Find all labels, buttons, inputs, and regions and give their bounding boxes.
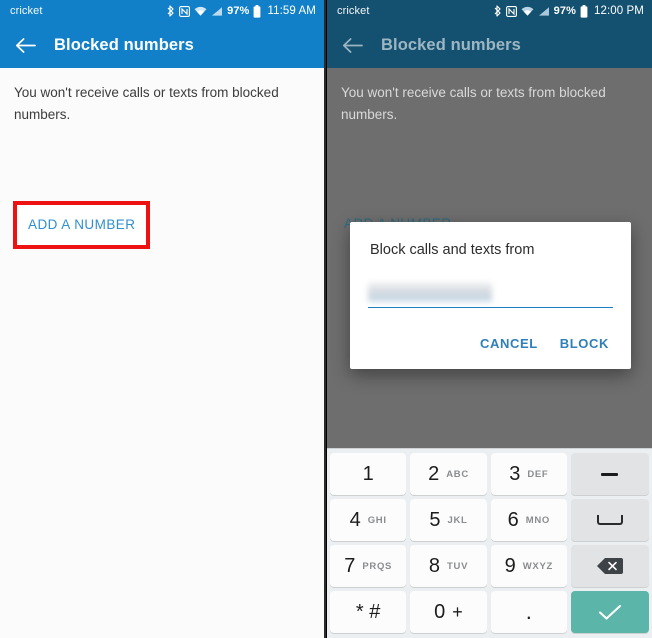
key-digit: 8 (428, 554, 440, 577)
key-letters: PRQS (362, 560, 393, 572)
dialog-actions: CANCEL BLOCK (368, 308, 613, 361)
add-number-highlight: ADD A NUMBER (13, 201, 151, 249)
app-bar-left: Blocked numbers (0, 22, 324, 68)
input-underline (368, 306, 613, 308)
battery-icon (580, 4, 588, 18)
keypad-row: 1 2 ABC 3 DEF (330, 453, 649, 495)
key-digit: 2 (428, 462, 440, 485)
wifi-icon (521, 6, 534, 17)
phone-screen-right: cricket 97% 12:00 PM Blocked numbers You… (326, 0, 652, 638)
key-3[interactable]: 3 DEF (490, 453, 567, 495)
enter-check-key-icon[interactable] (570, 591, 649, 633)
redacted-value-overlay (368, 282, 492, 302)
key-digit: * # (355, 600, 381, 623)
status-icons-group: 97% 11:59 AM (167, 4, 316, 18)
status-bar-left: cricket 97% 11:59 AM (0, 0, 324, 22)
backspace-key-icon[interactable] (570, 545, 649, 587)
nfc-icon (179, 5, 191, 17)
add-number-button[interactable]: ADD A NUMBER (13, 201, 151, 249)
key-digit: . (525, 599, 532, 625)
key-4[interactable]: 4 GHI (330, 499, 407, 541)
screen-content-left: You won't receive calls or texts from bl… (0, 68, 324, 638)
blocked-numbers-description: You won't receive calls or texts from bl… (14, 85, 279, 122)
carrier-label: cricket (337, 5, 370, 17)
key-digit: 5 (429, 508, 441, 531)
key-7[interactable]: 7 PRQS (330, 545, 407, 587)
key-digit: 4 (349, 508, 361, 531)
clock-label: 12:00 PM (593, 5, 644, 17)
key-1[interactable]: 1 (330, 453, 407, 495)
cellular-signal-icon (538, 6, 550, 17)
numeric-keypad: 1 2 ABC 3 DEF 4 GHI 5 JKL 6 MNO 7 PRQS 8… (327, 448, 652, 638)
key-6[interactable]: 6 MNO (490, 499, 567, 541)
key-letters: ABC (446, 468, 469, 480)
key-letters: GHI (367, 514, 387, 526)
screen-content-right: You won't receive calls or texts from bl… (327, 68, 652, 638)
arrow-back-icon[interactable] (341, 34, 363, 56)
key-5[interactable]: 5 JKL (410, 499, 487, 541)
arrow-back-icon[interactable] (14, 34, 36, 56)
battery-percent-label: 97% (553, 5, 576, 17)
clock-label: 11:59 AM (267, 5, 316, 17)
dual-screenshot-comparison: cricket 97% 11:59 AM Blocked numbers You… (0, 0, 652, 638)
dialog-title: Block calls and texts from (370, 242, 535, 258)
bluetooth-icon (494, 5, 502, 17)
status-bar-right: cricket 97% 12:00 PM (327, 0, 652, 22)
cancel-button[interactable]: CANCEL (480, 336, 538, 351)
keypad-row: 7 PRQS 8 TUV 9 WXYZ (330, 545, 649, 587)
key-plus: + (452, 601, 463, 622)
key-letters: MNO (525, 514, 551, 526)
app-bar-right: Blocked numbers (327, 22, 652, 68)
key-digit: 9 (504, 554, 516, 577)
status-icons-group: 97% 12:00 PM (494, 4, 644, 18)
key-star-hash[interactable]: * # (330, 591, 407, 633)
block-button[interactable]: BLOCK (560, 336, 609, 351)
space-key-icon[interactable] (570, 499, 649, 541)
keypad-row: * # 0 + . (330, 591, 649, 633)
nfc-icon (505, 5, 517, 17)
dash-key-icon[interactable] (570, 453, 649, 495)
key-letters: DEF (527, 468, 549, 480)
cellular-signal-icon (211, 6, 223, 17)
battery-percent-label: 97% (227, 5, 250, 17)
battery-icon (253, 4, 261, 18)
key-letters: WXYZ (522, 560, 553, 572)
key-digit: 3 (509, 462, 521, 485)
phone-screen-left: cricket 97% 11:59 AM Blocked numbers You… (0, 0, 326, 638)
key-0[interactable]: 0 + (410, 591, 487, 633)
key-letters: JKL (447, 514, 468, 526)
keypad-row: 4 GHI 5 JKL 6 MNO (330, 499, 649, 541)
page-title: Blocked numbers (54, 35, 194, 54)
key-digit: 6 (507, 508, 519, 531)
key-digit: 1 (362, 462, 374, 485)
key-9[interactable]: 9 WXYZ (490, 545, 567, 587)
key-letters: TUV (447, 560, 469, 572)
key-period[interactable]: . (490, 591, 567, 633)
page-title: Blocked numbers (381, 35, 521, 54)
bluetooth-icon (167, 5, 175, 17)
key-8[interactable]: 8 TUV (410, 545, 487, 587)
add-number-label: ADD A NUMBER (28, 217, 136, 232)
phone-number-input[interactable] (368, 282, 613, 308)
key-digit: 0 (434, 600, 446, 623)
wifi-icon (194, 6, 207, 17)
key-2[interactable]: 2 ABC (410, 453, 487, 495)
carrier-label: cricket (10, 5, 43, 17)
key-digit: 7 (344, 554, 356, 577)
block-number-dialog: Block calls and texts from CANCEL BLOCK (350, 222, 631, 369)
blocked-numbers-description: You won't receive calls or texts from bl… (341, 85, 606, 122)
